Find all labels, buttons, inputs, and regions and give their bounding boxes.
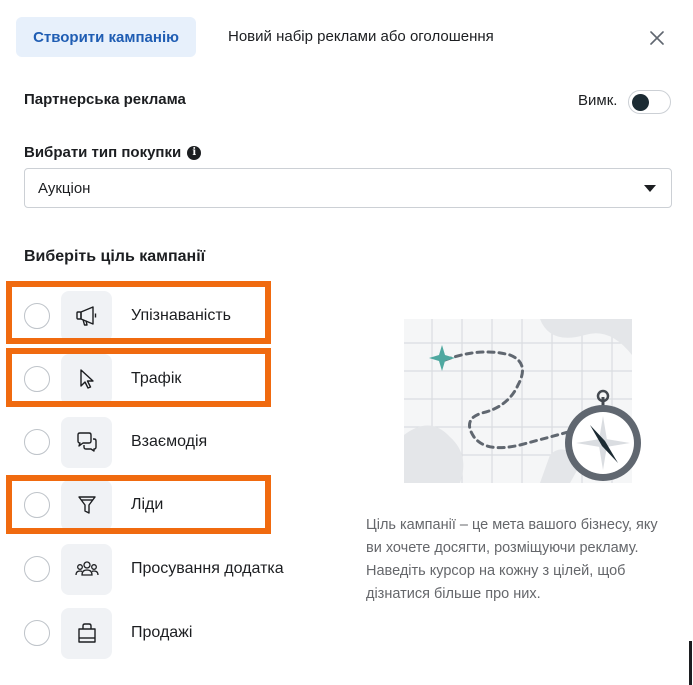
buy-type-label-text: Вибрати тип покупки <box>24 144 182 161</box>
radio-button[interactable] <box>24 366 50 392</box>
objective-section-title: Виберіть ціль кампанії <box>24 248 206 265</box>
people-group-icon <box>61 543 112 595</box>
close-icon <box>650 31 664 45</box>
objective-sales[interactable]: Продажі <box>24 607 314 659</box>
objective-awareness[interactable]: Упізнаваність <box>24 290 314 342</box>
radio-button[interactable] <box>24 303 50 329</box>
buy-type-select[interactable]: Аукціон <box>24 168 672 208</box>
close-button[interactable] <box>645 26 669 50</box>
funnel-icon <box>61 479 112 531</box>
buy-type-selected-value: Аукціон <box>38 179 91 197</box>
objective-label: Упізнаваність <box>131 307 232 324</box>
shopping-bag-icon <box>61 607 112 659</box>
objective-traffic[interactable]: Трафік <box>24 353 314 405</box>
objective-description: Ціль кампанії – це мета вашого бізнесу, … <box>366 517 658 602</box>
toggle-knob <box>632 94 649 111</box>
tab-create-campaign[interactable]: Створити кампанію <box>16 17 196 57</box>
tab-new-adset[interactable]: Новий набір реклами або оголошення <box>228 28 494 45</box>
chat-bubbles-icon <box>61 416 112 468</box>
caret-down-icon <box>644 185 656 192</box>
map-compass-illustration <box>404 319 641 483</box>
buy-type-label: Вибрати тип покупки i <box>24 144 202 161</box>
radio-button[interactable] <box>24 556 50 582</box>
objective-leads[interactable]: Ліди <box>24 479 314 531</box>
info-icon[interactable]: i <box>187 145 202 160</box>
objective-label: Просування додатка <box>131 560 284 577</box>
objective-label: Трафік <box>131 370 182 387</box>
toggle-label: Вимк. <box>578 92 618 109</box>
objective-engagement[interactable]: Взаємодія <box>24 416 314 468</box>
objective-label: Взаємодія <box>131 433 208 450</box>
partner-ads-toggle[interactable] <box>628 90 671 114</box>
radio-button[interactable] <box>24 429 50 455</box>
cursor-icon <box>61 353 112 405</box>
objective-app-promotion[interactable]: Просування додатка <box>24 543 314 595</box>
radio-button[interactable] <box>24 620 50 646</box>
objective-label: Ліди <box>131 496 164 513</box>
radio-button[interactable] <box>24 492 50 518</box>
objective-label: Продажі <box>131 624 193 641</box>
megaphone-icon <box>61 290 112 342</box>
edge-divider <box>689 641 692 685</box>
partner-ads-title: Партнерська реклама <box>24 91 186 108</box>
